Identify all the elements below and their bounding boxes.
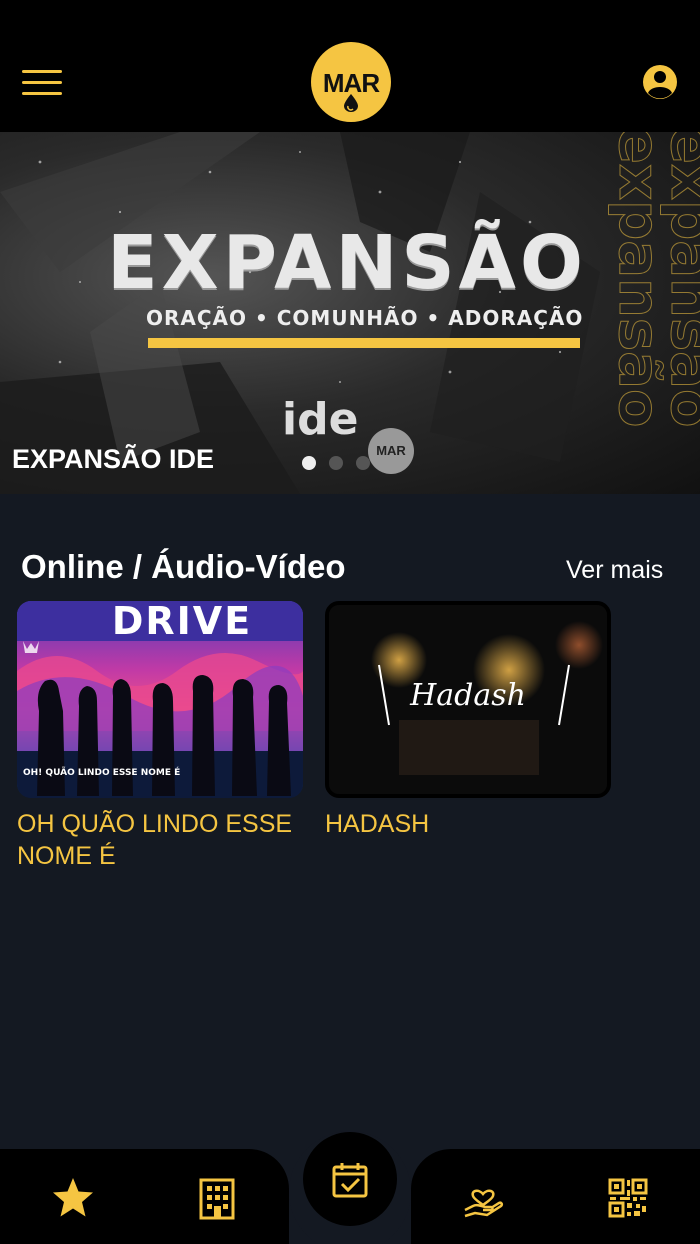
nav-bar-right [411, 1149, 700, 1244]
center-nav-button[interactable] [303, 1132, 397, 1226]
qr-code-icon[interactable] [606, 1176, 650, 1220]
svg-text:expansão: expansão [658, 132, 700, 427]
media-thumbnail: Hadash [325, 601, 611, 798]
calendar-check-icon [332, 1163, 368, 1198]
mar-logo[interactable]: MAR [311, 42, 391, 122]
media-thumbnail: DRIVE OH! QUÃO LINDO ESSE NOME É [17, 601, 303, 798]
media-card[interactable]: Hadash HADASH [325, 601, 611, 840]
banner-vertical-text: expansão expansão [606, 132, 700, 428]
hamburger-menu-icon[interactable] [22, 70, 62, 96]
section-title: Online / Áudio-Vídeo [21, 548, 346, 585]
featured-banner[interactable]: EXPANSÃO ORAÇÃO • COMUNHÃO • ADORAÇÃO ex… [0, 132, 700, 494]
banner-subline: ORAÇÃO • COMUNHÃO • ADORAÇÃO [146, 306, 584, 330]
media-card-title: HADASH [325, 810, 430, 838]
svg-text:OH! QUÃO LINDO ESSE NOME É: OH! QUÃO LINDO ESSE NOME É [23, 766, 180, 778]
see-more-link[interactable]: Ver mais [566, 556, 663, 585]
drive-artwork: DRIVE OH! QUÃO LINDO ESSE NOME É [17, 601, 303, 798]
banner-accent-bar [148, 338, 580, 348]
svg-text:Hadash: Hadash [409, 678, 526, 713]
hand-heart-icon[interactable] [461, 1176, 505, 1220]
banner-caption: EXPANSÃO IDE [12, 444, 215, 474]
nav-bar-left [0, 1149, 289, 1244]
carousel-dot-3[interactable] [356, 456, 370, 470]
ide-logo: ide [282, 394, 359, 445]
top-app-bar: MAR [0, 0, 700, 132]
star-icon[interactable] [51, 1176, 95, 1220]
mar-mini-logo: MAR [368, 428, 414, 474]
building-icon[interactable] [195, 1176, 239, 1220]
hadash-artwork: Hadash [329, 605, 607, 794]
media-card-title: OH QUÃO LINDO ESSE NOME É [17, 810, 293, 870]
media-card[interactable]: DRIVE OH! QUÃO LINDO ESSE NOME É OH QUÃO… [17, 601, 303, 872]
user-circle-icon[interactable] [642, 64, 678, 100]
carousel-dot-2[interactable] [329, 456, 343, 470]
carousel-dots [302, 456, 370, 470]
svg-text:DRIVE: DRIVE [112, 601, 252, 643]
drop-icon [344, 94, 358, 112]
banner-headline: EXPANSÃO [107, 220, 587, 306]
carousel-dot-1[interactable] [302, 456, 316, 470]
